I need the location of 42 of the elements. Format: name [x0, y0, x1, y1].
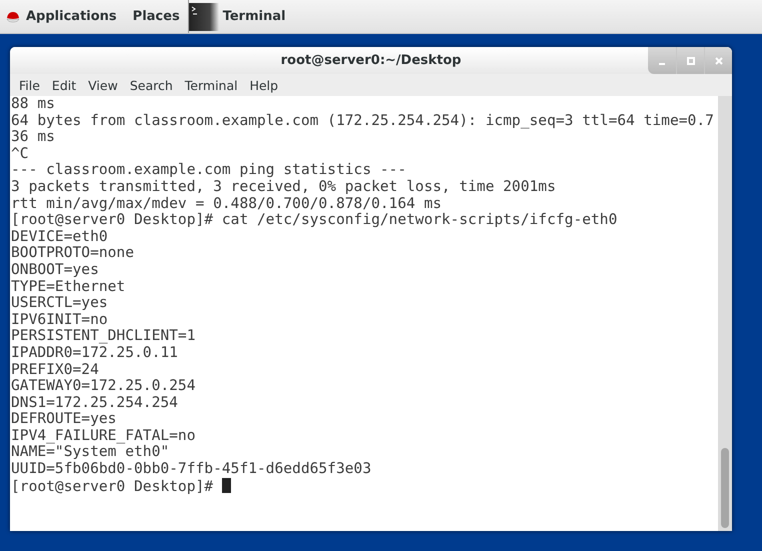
terminal-line: [root@server0 Desktop]# cat /etc/sysconfig/network-scripts/ifcfg-eth0 [11, 212, 618, 229]
menu-item[interactable]: Places [124, 0, 188, 33]
terminal-line: --- classroom.example.com ping statistics --- [11, 162, 408, 179]
menu-item[interactable]: File [13, 78, 46, 92]
terminal-line: 88 ms [11, 96, 56, 113]
terminal-prompt: [root@server0 Desktop]# [11, 478, 214, 495]
menu-item[interactable]: Terminal [178, 78, 244, 92]
terminal-line: NAME="System eth0" [11, 444, 170, 462]
terminal-icon [188, 2, 219, 30]
minimize-icon [659, 62, 665, 64]
terminal-line: PREFIX0=24 [11, 362, 100, 378]
terminal-line: BOOTPROTO=none [11, 245, 136, 262]
scrollbar[interactable] [718, 96, 732, 531]
terminal-line: 64 bytes from classroom.example.com (172.25.254.254): icmp_seq=3 ttl=64 time=0.7 [11, 112, 715, 130]
close-icon [714, 56, 722, 64]
terminal-line: USERCTL=yes [11, 295, 109, 312]
menu-item[interactable]: Applications [0, 0, 125, 33]
scrollbar-thumb[interactable] [721, 448, 729, 528]
menu-item[interactable]: Edit [46, 78, 82, 92]
terminal-line: ^C [11, 146, 30, 162]
hat-icon [6, 10, 20, 22]
terminal-line: rtt min/avg/max/mdev = 0.488/0.700/0.878/0.164 ms [11, 196, 443, 212]
terminal-line: TYPE=Ethernet [11, 278, 126, 296]
terminal-line: IPADDR0=172.25.0.11 [11, 344, 179, 362]
terminal-line: 3 packets transmitted, 3 received, 0% packet loss, time 2001ms [11, 178, 557, 196]
terminal-line: DNS1=172.25.254.254 [11, 394, 179, 412]
window-title: root@server0:~/Desktop [280, 53, 462, 68]
terminal-line: UUID=5fb06bd0-0bb0-7ffb-45f1-d6edd65f3e03 [11, 461, 372, 478]
terminal-line: ONBOOT=yes [11, 262, 100, 279]
menu-item[interactable]: Search [124, 78, 179, 92]
terminal-line: DEVICE=eth0 [11, 228, 109, 246]
taskbar-item[interactable]: Terminal [188, 0, 294, 33]
menu-item[interactable]: Help [244, 78, 284, 92]
terminal-line: PERSISTENT_DHCLIENT=1 [11, 328, 197, 345]
menu-item[interactable]: View [82, 78, 124, 92]
terminal-line: GATEWAY0=172.25.0.254 [11, 378, 197, 395]
maximize-icon [686, 56, 694, 64]
terminal-line: 36 ms [11, 129, 56, 146]
terminal-line: IPV6INIT=no [11, 312, 109, 328]
text-cursor [222, 478, 232, 493]
terminal-line: DEFROUTE=yes [11, 411, 118, 428]
terminal-line: IPV4_FAILURE_FATAL=no [11, 428, 197, 444]
